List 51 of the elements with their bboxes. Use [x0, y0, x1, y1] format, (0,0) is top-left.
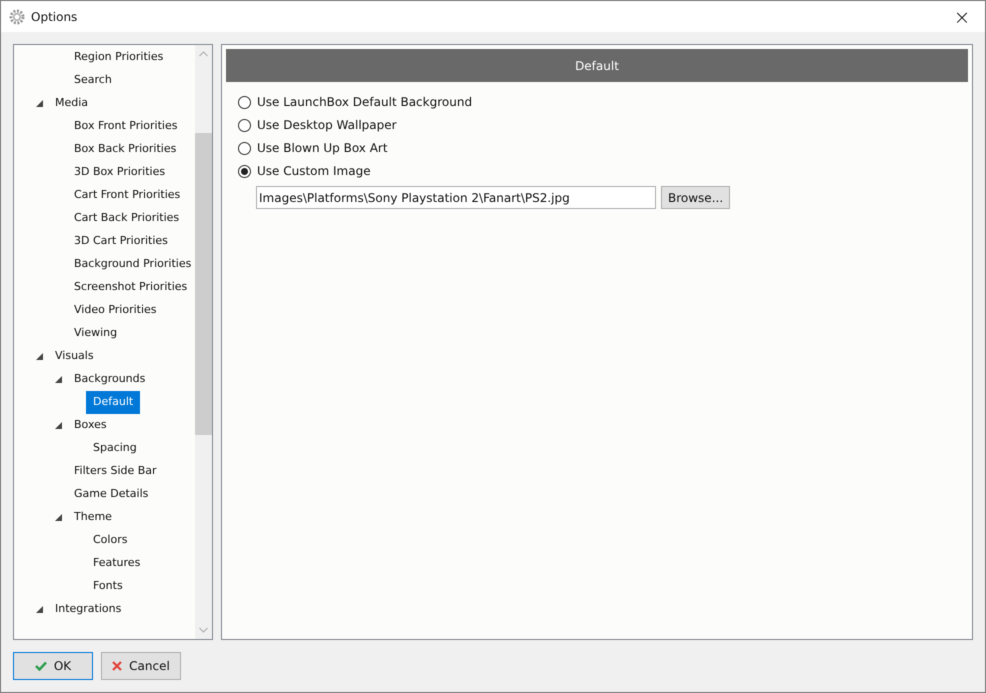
expanded-triangle-icon[interactable]: [55, 376, 62, 383]
radio-option[interactable]: Use Blown Up Box Art: [238, 140, 968, 156]
tree-item[interactable]: Screenshot Priorities: [74, 276, 188, 299]
scrollbar[interactable]: [195, 45, 212, 639]
tree-item[interactable]: 3D Cart Priorities: [74, 230, 168, 253]
tree-item[interactable]: Default: [86, 391, 140, 414]
expanded-triangle-icon[interactable]: [36, 100, 43, 107]
browse-button[interactable]: Browse...: [661, 186, 730, 209]
tree-item[interactable]: Backgrounds: [74, 368, 146, 391]
tree-item[interactable]: Features: [93, 552, 140, 575]
tree-item[interactable]: Filters Side Bar: [74, 460, 157, 483]
radio-option[interactable]: Use Desktop Wallpaper: [238, 117, 968, 133]
radio-button[interactable]: [238, 164, 251, 178]
tree-item[interactable]: Cart Back Priorities: [74, 207, 180, 230]
cross-icon: [112, 661, 122, 671]
expanded-triangle-icon[interactable]: [55, 514, 62, 521]
gear-icon: [9, 8, 25, 24]
tree-item[interactable]: Colors: [93, 529, 128, 552]
scroll-thumb[interactable]: [195, 133, 212, 435]
path-field[interactable]: Images\Platforms\Sony Playstation 2\Fanart\PS2.jpg: [256, 186, 656, 209]
tree-item[interactable]: Fonts: [93, 575, 123, 598]
tree-item[interactable]: Viewing: [74, 322, 118, 345]
checkmark-icon: [34, 661, 47, 671]
ok-button[interactable]: OK: [13, 652, 93, 680]
expanded-triangle-icon[interactable]: [36, 353, 43, 360]
tree-item[interactable]: Cart Front Priorities: [74, 184, 180, 207]
tree-item[interactable]: 3D Box Priorities: [74, 161, 166, 184]
window-title: Options: [31, 8, 78, 26]
radio-button[interactable]: [238, 118, 251, 132]
tree-item[interactable]: Search: [74, 69, 112, 92]
tree-item[interactable]: Boxes: [74, 414, 107, 437]
close-button[interactable]: ×: [939, 1, 985, 32]
tree-item[interactable]: Visuals: [55, 345, 94, 368]
tree-item[interactable]: Background Priorities: [74, 253, 192, 276]
radio-button[interactable]: [238, 142, 251, 154]
tree-item[interactable]: Integrations: [55, 598, 122, 621]
tree-item[interactable]: Theme: [74, 506, 112, 529]
expanded-triangle-icon[interactable]: [36, 606, 43, 613]
panel-header: Default: [226, 49, 968, 82]
tree-item[interactable]: Box Front Priorities: [74, 115, 178, 138]
radio-option[interactable]: Use Custom Image: [238, 163, 968, 179]
tree-item[interactable]: Region Priorities: [74, 46, 164, 69]
tree-item[interactable]: Video Priorities: [74, 299, 157, 322]
radio-button[interactable]: [238, 96, 251, 108]
tree-item[interactable]: Spacing: [93, 437, 137, 460]
tree-item[interactable]: Game Details: [74, 483, 148, 506]
radio-option[interactable]: Use LaunchBox Default Background: [238, 94, 968, 110]
tree-item[interactable]: Box Back Priorities: [74, 138, 176, 161]
tree-item[interactable]: Media: [55, 92, 88, 115]
cancel-button[interactable]: Cancel: [101, 652, 181, 680]
expanded-triangle-icon[interactable]: [55, 422, 62, 429]
